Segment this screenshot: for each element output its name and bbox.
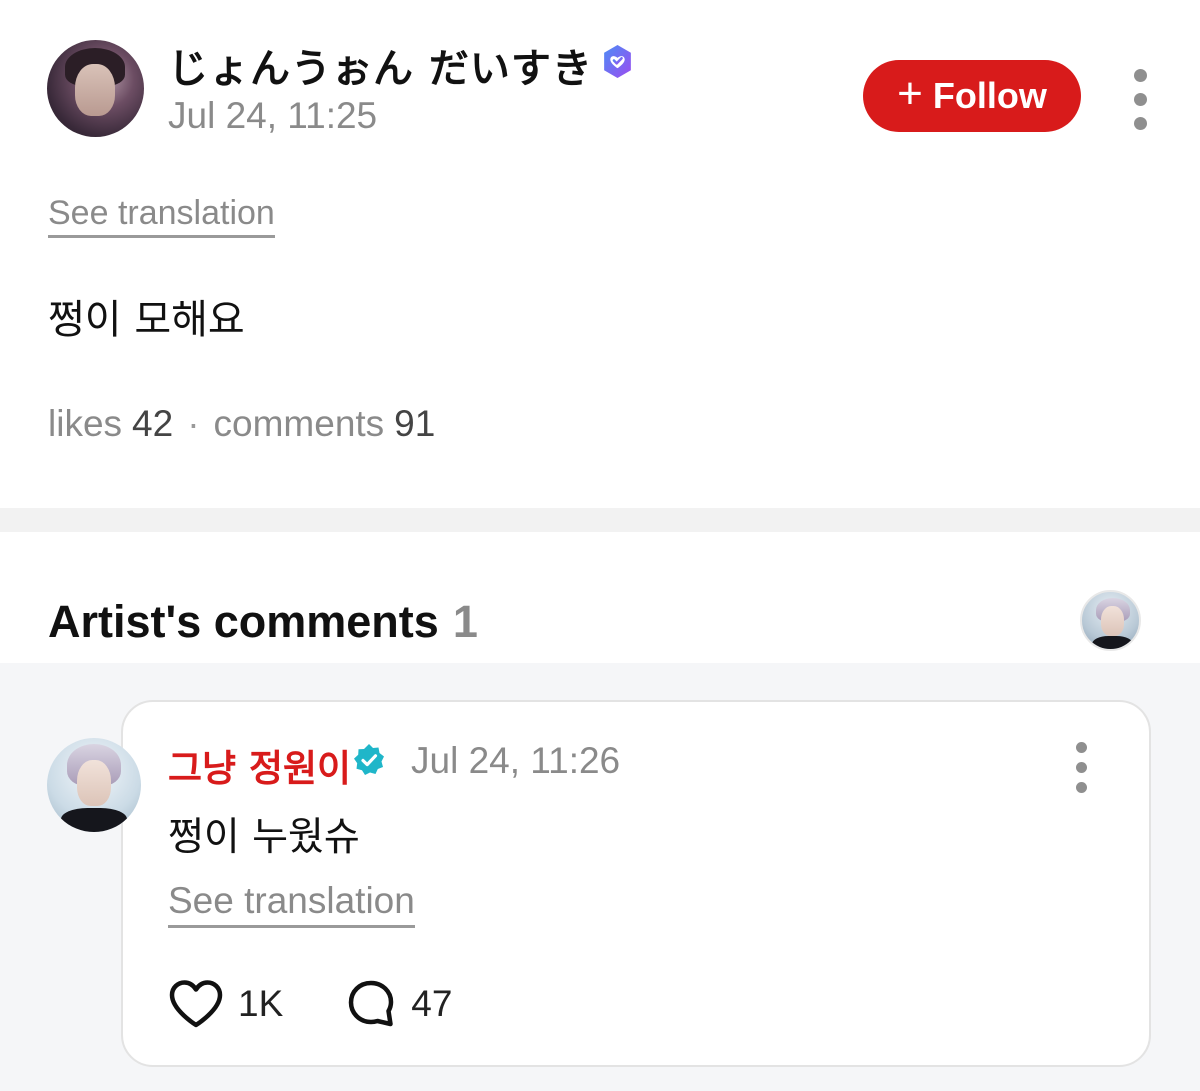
artist-comments-count: 1: [452, 596, 478, 647]
heart-icon: [169, 980, 223, 1028]
artist-comments-heading: Artist's comments 1: [48, 596, 478, 648]
section-divider: [0, 508, 1200, 532]
comment-more-vertical-icon[interactable]: [1074, 742, 1088, 793]
follow-label: Follow: [932, 75, 1047, 116]
artist-verified-badge-icon: [354, 744, 384, 775]
more-vertical-icon[interactable]: [1133, 69, 1147, 130]
comment-see-translation-link[interactable]: See translation: [168, 880, 415, 928]
follow-button[interactable]: + Follow: [863, 60, 1081, 132]
like-count: 1K: [238, 983, 284, 1024]
comments-label[interactable]: comments: [214, 403, 385, 444]
stats-separator: ·: [187, 403, 200, 444]
comments-count[interactable]: 91: [394, 403, 435, 444]
like-button[interactable]: 1K: [168, 979, 283, 1029]
plus-icon: +: [897, 69, 923, 118]
post-timestamp: Jul 24, 11:25: [168, 95, 378, 136]
comment-timestamp: Jul 24, 11:26: [411, 740, 621, 781]
post-detail-screen: じょんうぉん だいすき Jul 24, 11:25 + Follow See t…: [0, 0, 1200, 1091]
reply-button[interactable]: 47: [345, 979, 452, 1029]
reply-count: 47: [411, 983, 453, 1024]
artist-avatar-small[interactable]: [1080, 590, 1141, 651]
artist-comments-title: Artist's comments: [48, 596, 439, 647]
likes-label: likes: [48, 403, 123, 444]
comment-body-text: 쩡이 누웠슈: [168, 815, 360, 860]
comment-actions: 1K 47: [168, 977, 514, 1031]
commenter-avatar[interactable]: [47, 738, 141, 832]
author-name[interactable]: じょんうぉん だいすき: [168, 36, 593, 94]
post-body-text: 쩡이 모해요: [48, 297, 245, 343]
post-stats: likes 42 · comments 91: [48, 403, 435, 445]
post-see-translation-link[interactable]: See translation: [48, 194, 275, 239]
speech-bubble-icon: [349, 980, 394, 1027]
likes-count: 42: [132, 403, 174, 444]
author-avatar[interactable]: [47, 40, 144, 137]
fan-verified-badge-icon: [604, 45, 631, 78]
commenter-name[interactable]: 그냥 정원이: [168, 738, 351, 792]
